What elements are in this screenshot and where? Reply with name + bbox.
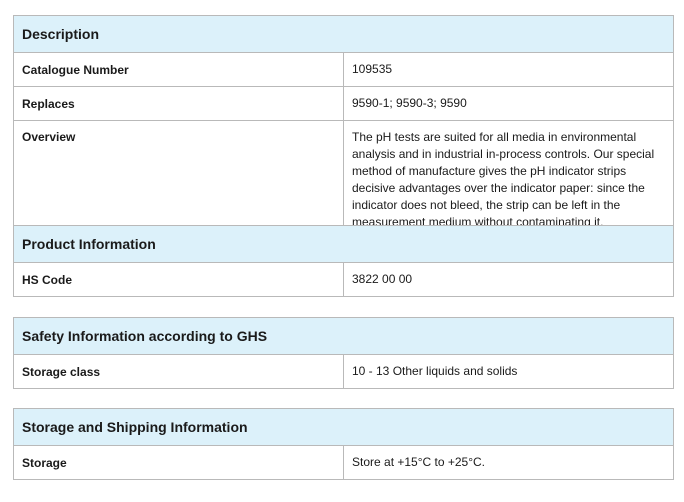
catalogue-number-value: 109535	[343, 52, 674, 87]
table-row: Catalogue Number 109535	[13, 52, 674, 87]
catalogue-number-label: Catalogue Number	[13, 52, 344, 87]
storage-shipping-table: Storage and Shipping Information Storage…	[13, 408, 674, 480]
table-row: Storage class 10 - 13 Other liquids and …	[13, 354, 674, 389]
hs-code-label: HS Code	[13, 262, 344, 297]
product-information-header: Product Information	[13, 225, 674, 263]
hs-code-value: 3822 00 00	[343, 262, 674, 297]
storage-value: Store at +15°C to +25°C.	[343, 445, 674, 480]
replaces-value: 9590-1; 9590-3; 9590	[343, 86, 674, 121]
storage-class-value: 10 - 13 Other liquids and solids	[343, 354, 674, 389]
replaces-label: Replaces	[13, 86, 344, 121]
product-information-table: Product Information HS Code 3822 00 00	[13, 225, 674, 297]
table-row: Storage Store at +15°C to +25°C.	[13, 445, 674, 480]
table-row: Overview The pH tests are suited for all…	[13, 120, 674, 238]
description-table: Description Catalogue Number 109535 Repl…	[13, 15, 674, 238]
table-row: Replaces 9590-1; 9590-3; 9590	[13, 86, 674, 121]
table-row: HS Code 3822 00 00	[13, 262, 674, 297]
safety-information-table: Safety Information according to GHS Stor…	[13, 317, 674, 389]
safety-information-header: Safety Information according to GHS	[13, 317, 674, 355]
description-header: Description	[13, 15, 674, 53]
storage-class-label: Storage class	[13, 354, 344, 389]
overview-value: The pH tests are suited for all media in…	[343, 120, 674, 238]
storage-label: Storage	[13, 445, 344, 480]
storage-shipping-header: Storage and Shipping Information	[13, 408, 674, 446]
overview-label: Overview	[13, 120, 344, 238]
